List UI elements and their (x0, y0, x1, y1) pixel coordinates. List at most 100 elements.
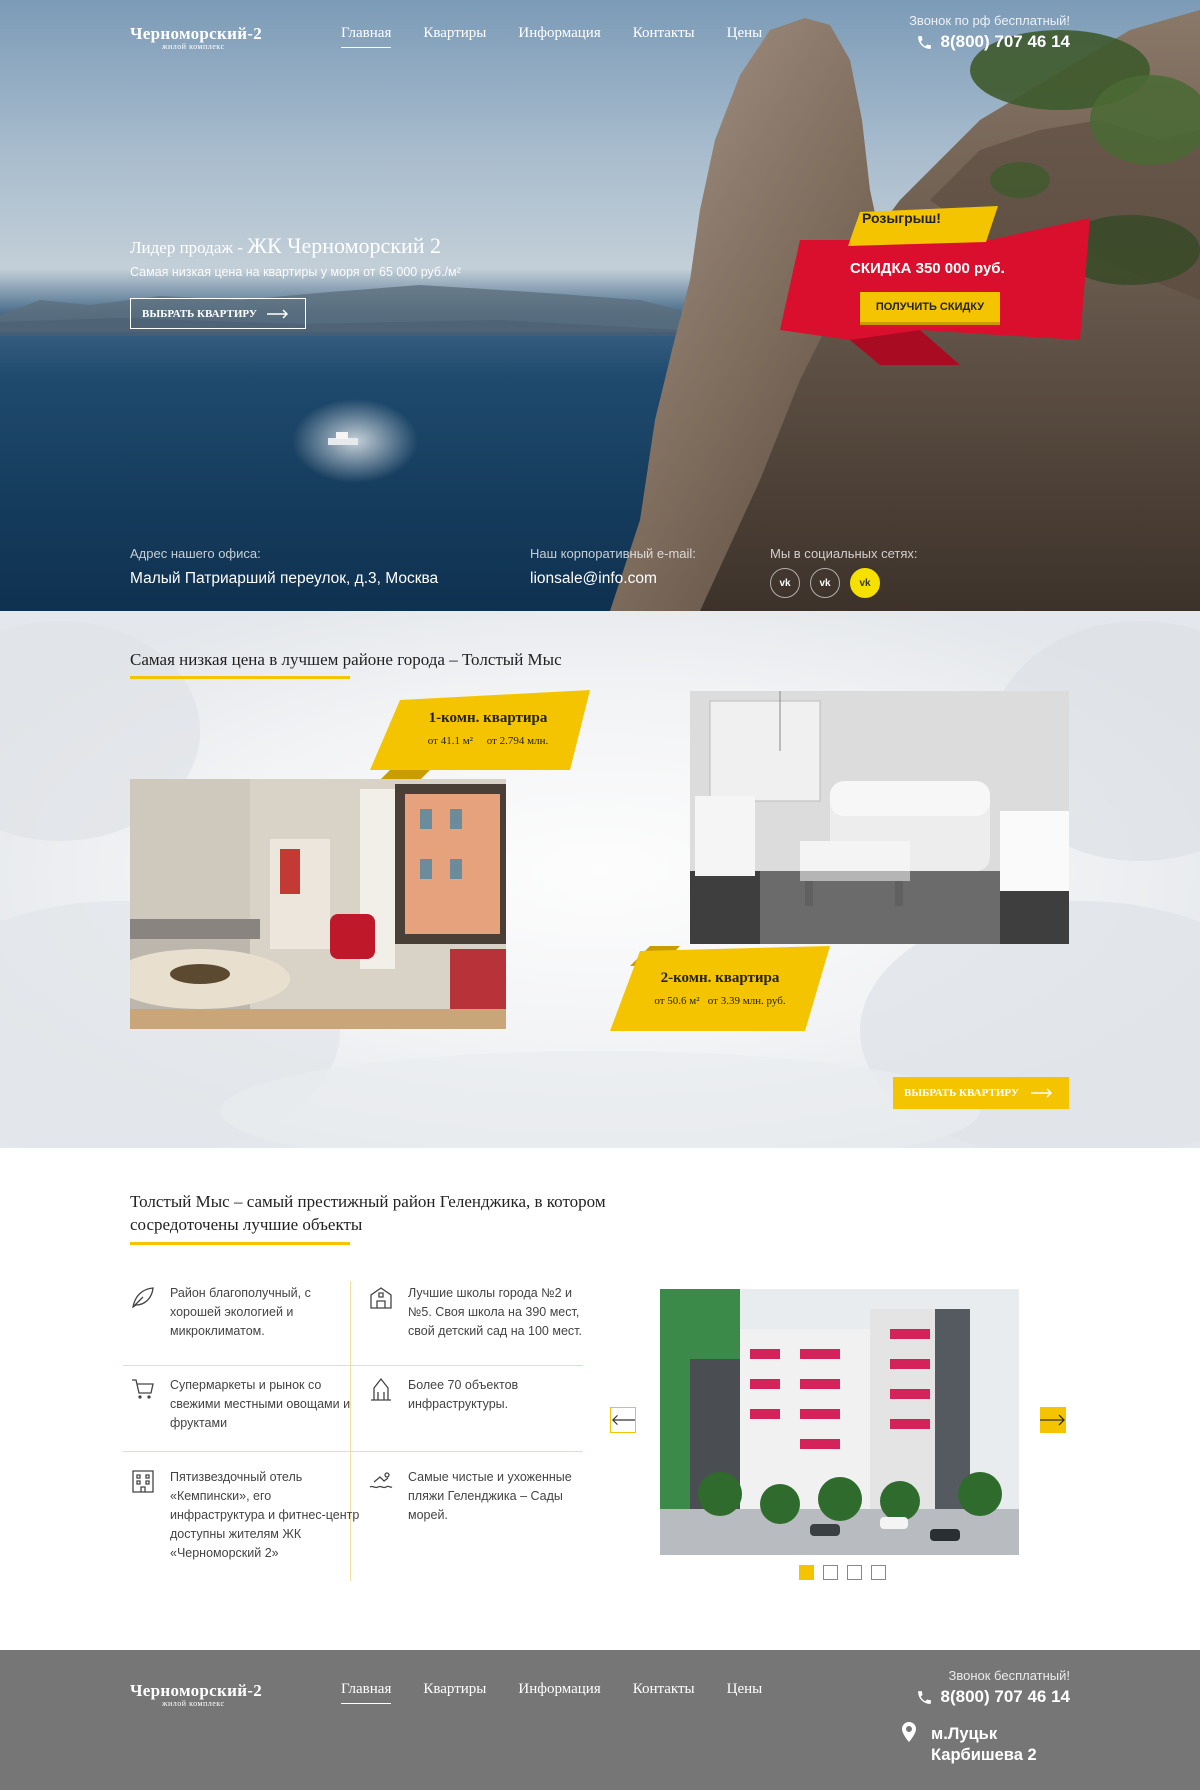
features-divider (123, 1365, 583, 1366)
apt2-photo[interactable] (690, 691, 1069, 944)
phone-icon (917, 35, 931, 49)
feature-item: Район благополучный, с хорошей экологией… (130, 1284, 360, 1341)
nav-item-home[interactable]: Главная (341, 1681, 392, 1704)
nav-item-apartments[interactable]: Квартиры (423, 25, 486, 42)
feature-item: Супермаркеты и рынок со свежими местными… (130, 1376, 360, 1433)
title-underline (130, 676, 350, 679)
swimmer-icon (369, 1472, 393, 1489)
leaf-icon (132, 1287, 154, 1309)
promo-banner: Розыгрыш! СКИДКА 350 000 руб. ПОЛУЧИТЬ С… (760, 200, 1100, 380)
hero-subtitle: Самая низкая цена на квартиры у моря от … (130, 265, 461, 279)
hero-title: ЖК Черноморский 2 (247, 233, 442, 258)
features-divider (123, 1451, 583, 1452)
phone-caption: Звонок по рф бесплатный! (909, 13, 1070, 28)
header-logo[interactable]: Черноморский-2 жилой комплекс (130, 24, 262, 51)
vk-icon[interactable]: vk (850, 568, 880, 598)
nav-item-contacts[interactable]: Контакты (633, 25, 695, 42)
footer-phone-block: Звонок бесплатный! 8(800) 707 46 14 (916, 1668, 1071, 1707)
office-address: Адрес нашего офиса: Малый Патриарший пер… (130, 546, 438, 588)
slider-dot-2[interactable] (823, 1565, 838, 1580)
footer-nav: Главная Квартиры Информация Контакты Цен… (341, 1681, 763, 1704)
district-title-line1: Толстый Мыс – самый престижный район Гел… (130, 1192, 606, 1211)
residential-building-render (660, 1289, 1019, 1555)
office-value: Малый Патриарший переулок, д.3, Москва (130, 570, 439, 587)
nav-item-home[interactable]: Главная (341, 25, 392, 48)
social-label: Мы в социальных сетях: (770, 546, 918, 561)
get-discount-button[interactable]: ПОЛУЧИТЬ СКИДКУ (860, 292, 1000, 322)
email-label: Наш корпоративный e-mail: (530, 546, 696, 561)
slider-pagination (799, 1565, 886, 1580)
arrow-right-icon (266, 308, 288, 319)
nav-item-info[interactable]: Информация (518, 25, 600, 42)
apt2-label[interactable]: 2-комн. квартира от 50.6 м² от 3.39 млн.… (630, 970, 810, 1007)
apt2-price: от 50.6 м² от 3.39 млн. руб. (654, 995, 786, 1007)
arrow-right-icon (1030, 1088, 1052, 1098)
nav-item-info[interactable]: Информация (518, 1681, 600, 1698)
district-title-line2: сосредоточены лучшие объекты (130, 1215, 363, 1234)
feature-item: Более 70 объектов инфраструктуры. (368, 1376, 598, 1414)
apt2-name: 2-комн. квартира (660, 970, 780, 986)
phone-number: 8(800) 707 46 14 (940, 32, 1071, 51)
logo-title: Черноморский-2 (130, 1681, 263, 1700)
hero-title-prefix: Лидер продаж - (130, 238, 248, 257)
choose-apartment-button[interactable]: ВЫБРАТЬ КВАРТИРУ (130, 298, 306, 329)
feature-text: Самые чистые и ухоженные пляжи Геленджик… (408, 1470, 572, 1522)
hotel-icon (132, 1470, 154, 1493)
title-underline (130, 1242, 350, 1245)
social-block: Мы в социальных сетях: (770, 546, 918, 561)
feature-item: Лучшие школы города №2 и №5. Своя школа … (368, 1284, 598, 1341)
feature-item: Самые чистые и ухоженные пляжи Геленджик… (368, 1468, 598, 1525)
choose-apartment-button-2[interactable]: ВЫБРАТЬ КВАРТИРУ (893, 1077, 1069, 1109)
nav-item-contacts[interactable]: Контакты (633, 1681, 695, 1698)
vk-icon[interactable]: vk (810, 568, 840, 598)
district-title: Толстый Мыс – самый престижный район Гел… (130, 1190, 606, 1236)
arrow-right-icon (1040, 1414, 1065, 1426)
phone-caption: Звонок бесплатный! (948, 1668, 1070, 1683)
footer-address: м.Луцьк Карбишева 2 (931, 1724, 1037, 1766)
nav-item-prices[interactable]: Цены (727, 1681, 763, 1698)
feature-text: Лучшие школы города №2 и №5. Своя школа … (408, 1286, 582, 1338)
phone-icon (917, 1690, 931, 1704)
school-icon (370, 1287, 392, 1309)
slider-dot-1[interactable] (799, 1565, 814, 1580)
apt1-label[interactable]: 1-комн. квартира от 41.1 м² от 2.794 млн… (398, 710, 578, 747)
promo-ribbon-shape (780, 206, 1090, 365)
feature-text: Район благополучный, с хорошей экологией… (170, 1286, 311, 1338)
apt1-photo[interactable] (130, 779, 506, 1029)
phone-link[interactable]: 8(800) 707 46 14 (909, 32, 1070, 52)
slider-image[interactable] (660, 1289, 1019, 1555)
vk-icon[interactable]: vk (770, 568, 800, 598)
logo-title: Черноморский-2 (130, 24, 263, 43)
infrastructure-icon (371, 1377, 391, 1401)
slider-next-button[interactable] (1040, 1407, 1066, 1433)
feature-text: Супермаркеты и рынок со свежими местными… (170, 1378, 351, 1430)
promo-tag: Розыгрыш! (862, 210, 941, 226)
promo-discount: СКИДКА 350 000 руб. (850, 260, 1005, 277)
slider-dot-4[interactable] (871, 1565, 886, 1580)
nav-item-apartments[interactable]: Квартиры (423, 1681, 486, 1698)
apt1-price: от 41.1 м² от 2.794 млн. (427, 735, 549, 747)
choose-apartment-label: ВЫБРАТЬ КВАРТИРУ (904, 1087, 1019, 1099)
office-label: Адрес нашего офиса: (130, 546, 261, 561)
offers-title: Самая низкая цена в лучшем районе города… (130, 650, 562, 669)
slider-dot-3[interactable] (847, 1565, 862, 1580)
footer-logo[interactable]: Черноморский-2 жилой комплекс (130, 1681, 262, 1708)
feature-text: Более 70 объектов инфраструктуры. (408, 1378, 519, 1411)
email-link[interactable]: lionsale@info.com (530, 570, 696, 588)
feature-item: Пятизвездочный отель «Кемпински», его ин… (130, 1468, 360, 1563)
arrow-left-icon (611, 1414, 635, 1426)
choose-apartment-label: ВЫБРАТЬ КВАРТИРУ (142, 307, 257, 320)
header-phone-block: Звонок по рф бесплатный! 8(800) 707 46 1… (909, 13, 1070, 52)
phone-link[interactable]: 8(800) 707 46 14 (916, 1687, 1071, 1707)
nav-item-prices[interactable]: Цены (727, 25, 763, 42)
location-pin-icon (902, 1722, 916, 1742)
social-links: vk vk vk (770, 568, 880, 598)
hero-tagline: Лидер продаж - ЖК Черноморский 2 Самая н… (130, 233, 461, 279)
address-line1: м.Луцьк (931, 1725, 998, 1743)
slider-prev-button[interactable] (610, 1407, 636, 1433)
email-block: Наш корпоративный e-mail: lionsale@info.… (530, 546, 696, 588)
phone-number: 8(800) 707 46 14 (940, 1687, 1071, 1706)
address-line2: Карбишева 2 (931, 1746, 1037, 1764)
header-nav: Главная Квартиры Информация Контакты Цен… (341, 25, 763, 48)
cart-icon (132, 1379, 154, 1399)
